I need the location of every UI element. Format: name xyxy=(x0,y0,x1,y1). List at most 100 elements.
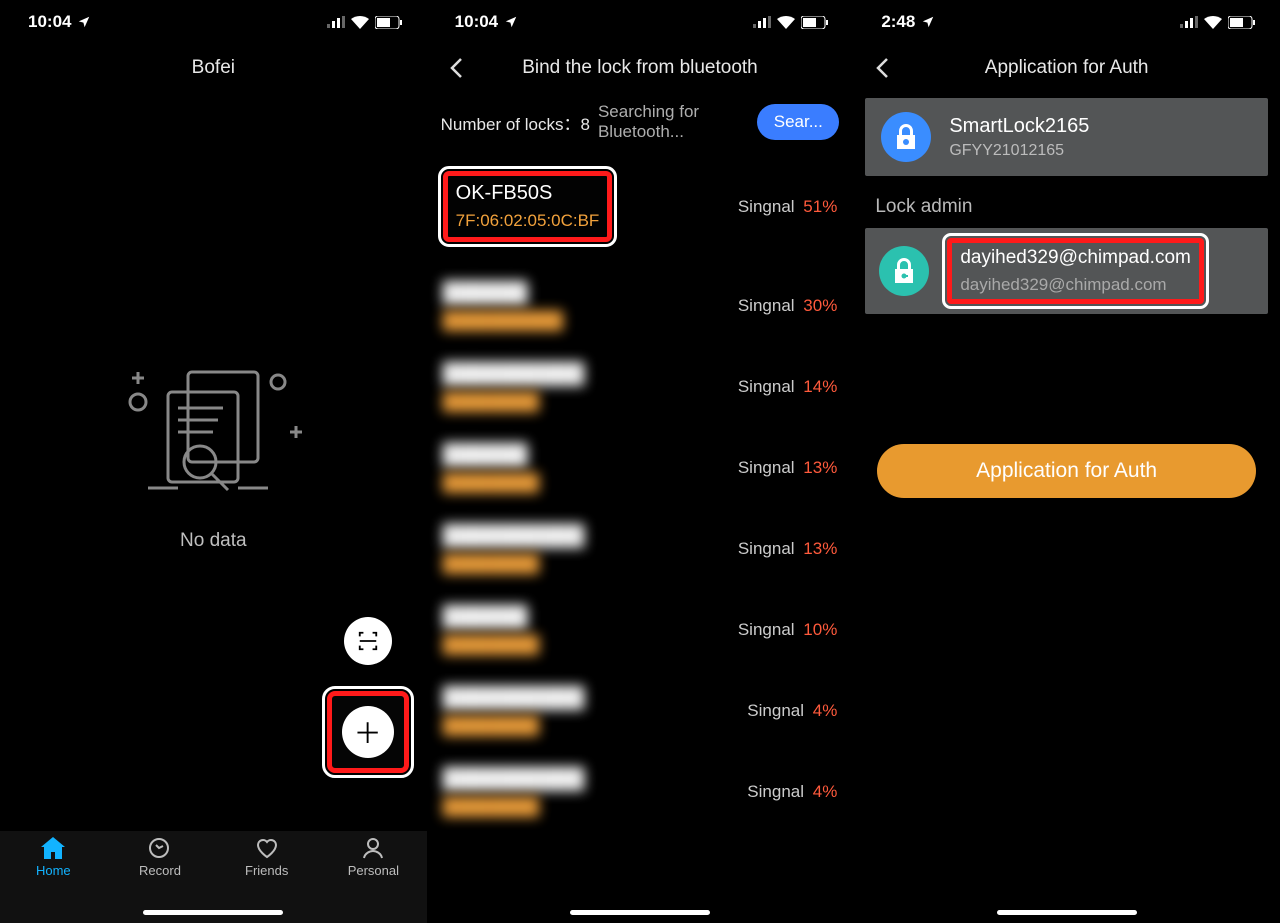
lock-name: OK-FB50S xyxy=(456,182,600,205)
lock-info: ██████████████ xyxy=(443,444,539,493)
lock-info: ██████████████ xyxy=(443,606,539,655)
lock-row[interactable]: ██████████████ Singnal 10% xyxy=(441,590,840,671)
home-icon xyxy=(41,837,65,859)
lock-mac: ████████ xyxy=(443,716,585,736)
lock-info: ██████████████████ xyxy=(443,687,585,736)
admin-email-sub: dayihed329@chimpad.com xyxy=(960,275,1191,295)
back-button[interactable] xyxy=(867,53,897,83)
tab-label: Friends xyxy=(245,863,288,878)
apply-auth-button[interactable]: Application for Auth xyxy=(877,444,1256,498)
signal-icon xyxy=(753,16,771,28)
location-icon xyxy=(504,15,518,29)
wifi-icon xyxy=(777,16,795,29)
tab-personal[interactable]: Personal xyxy=(320,837,427,923)
home-indicator[interactable] xyxy=(997,910,1137,915)
status-time: 10:04 xyxy=(455,12,498,32)
signal-label: Singnal 4% xyxy=(747,701,837,721)
lock-mac: ████████ xyxy=(443,392,585,412)
lock-name: ██████████ xyxy=(443,525,585,548)
status-icons xyxy=(753,16,829,29)
lock-mac: ████████ xyxy=(443,473,539,493)
lock-name: ██████████ xyxy=(443,768,585,791)
lock-row[interactable]: ██████████████████Singnal 4% xyxy=(441,671,840,752)
device-name: SmartLock2165 xyxy=(949,115,1089,138)
count-label: Number of locks： xyxy=(441,115,581,134)
wifi-icon xyxy=(351,16,369,29)
status-time: 2:48 xyxy=(881,12,915,32)
status-icons xyxy=(1180,16,1256,29)
tab-label: Record xyxy=(139,863,181,878)
lock-mac: 7F:06:02:05:0C:BF xyxy=(456,211,600,231)
lock-row[interactable]: ██████████████Singnal 13% xyxy=(441,428,840,509)
status-time: 10:04 xyxy=(28,12,71,32)
signal-value: 13% xyxy=(799,458,838,477)
lock-row[interactable]: OK-FB50S7F:06:02:05:0C:BFSingnal 51% xyxy=(441,149,840,266)
header: Bofei xyxy=(0,44,427,92)
wifi-icon xyxy=(1204,16,1222,29)
signal-label: Singnal 30% xyxy=(738,296,837,316)
lock-name: ██████ xyxy=(443,444,539,467)
lock-row[interactable]: ████████████████Singnal 30% xyxy=(441,266,840,347)
signal-label: Singnal 14% xyxy=(738,377,837,397)
lock-row[interactable]: ██████████████████ Singnal 4% xyxy=(441,752,840,833)
lock-list[interactable]: OK-FB50S7F:06:02:05:0C:BFSingnal 51%████… xyxy=(427,149,854,833)
page-title: Bofei xyxy=(192,57,235,79)
lock-name: ██████████ xyxy=(443,363,585,386)
lock-highlight: OK-FB50S 7F:06:02:05:0C:BF xyxy=(443,171,613,242)
searching-text: Searching for Bluetooth... xyxy=(598,102,749,143)
signal-label: Singnal 4% xyxy=(747,782,837,802)
admin-highlight: dayihed329@chimpad.com dayihed329@chimpa… xyxy=(947,238,1204,304)
home-indicator[interactable] xyxy=(143,910,283,915)
screen-home: 10:04 Bofei No data xyxy=(0,0,427,923)
tab-home[interactable]: Home xyxy=(0,837,107,923)
scan-button[interactable] xyxy=(344,617,392,665)
lock-mac: ████████ xyxy=(443,554,585,574)
lock-admin-icon xyxy=(879,246,929,296)
header: Application for Auth xyxy=(853,44,1280,92)
screen-bind-lock: 10:04 Bind the lock from bluetooth Numbe… xyxy=(427,0,854,923)
count-value: 8 xyxy=(580,115,589,134)
signal-value: 4% xyxy=(808,782,837,801)
lock-row[interactable]: ██████████████████Singnal 13% xyxy=(441,509,840,590)
scan-icon xyxy=(357,630,379,652)
bluetooth-toolbar: Number of locks：8 Searching for Bluetoot… xyxy=(427,92,854,149)
lock-row[interactable]: ██████████████████Singnal 14% xyxy=(441,347,840,428)
signal-label: Singnal 10% xyxy=(738,620,837,640)
fab-stack: ＋ xyxy=(327,617,409,773)
no-data-label: No data xyxy=(180,530,247,552)
chevron-left-icon xyxy=(449,57,463,79)
header: Bind the lock from bluetooth xyxy=(427,44,854,92)
signal-icon xyxy=(1180,16,1198,28)
signal-value: 13% xyxy=(799,539,838,558)
plus-icon: ＋ xyxy=(354,712,382,752)
screen-auth: 2:48 Application for Auth SmartLock2165 … xyxy=(853,0,1280,923)
admin-card[interactable]: dayihed329@chimpad.com dayihed329@chimpa… xyxy=(865,228,1268,314)
lock-mac: ████████ xyxy=(443,635,539,655)
device-serial: GFYY21012165 xyxy=(949,142,1089,160)
tab-label: Personal xyxy=(348,863,399,878)
add-button[interactable]: ＋ xyxy=(342,706,394,758)
lock-name: ██████ xyxy=(443,282,563,305)
heart-icon xyxy=(255,837,279,859)
search-button[interactable]: Sear... xyxy=(757,104,839,140)
lock-info: ██████████████████ xyxy=(443,363,585,412)
tab-label: Home xyxy=(36,863,71,878)
section-label: Lock admin xyxy=(853,182,1280,222)
lock-info: ██████████████████ xyxy=(443,768,585,817)
status-bar: 10:04 xyxy=(427,0,854,44)
signal-value: 4% xyxy=(808,701,837,720)
home-indicator[interactable] xyxy=(570,910,710,915)
location-icon xyxy=(77,15,91,29)
location-icon xyxy=(921,15,935,29)
device-card[interactable]: SmartLock2165 GFYY21012165 xyxy=(865,98,1268,176)
status-bar: 2:48 xyxy=(853,0,1280,44)
lock-mac: ██████████ xyxy=(443,311,563,331)
add-button-highlight: ＋ xyxy=(327,691,409,773)
battery-icon xyxy=(375,16,403,29)
status-icons xyxy=(327,16,403,29)
back-button[interactable] xyxy=(441,53,471,83)
lock-info: ██████████████████ xyxy=(443,525,585,574)
lock-count: Number of locks：8 xyxy=(441,110,590,135)
lock-name: ██████████ xyxy=(443,687,585,710)
page-title: Bind the lock from bluetooth xyxy=(522,57,758,79)
